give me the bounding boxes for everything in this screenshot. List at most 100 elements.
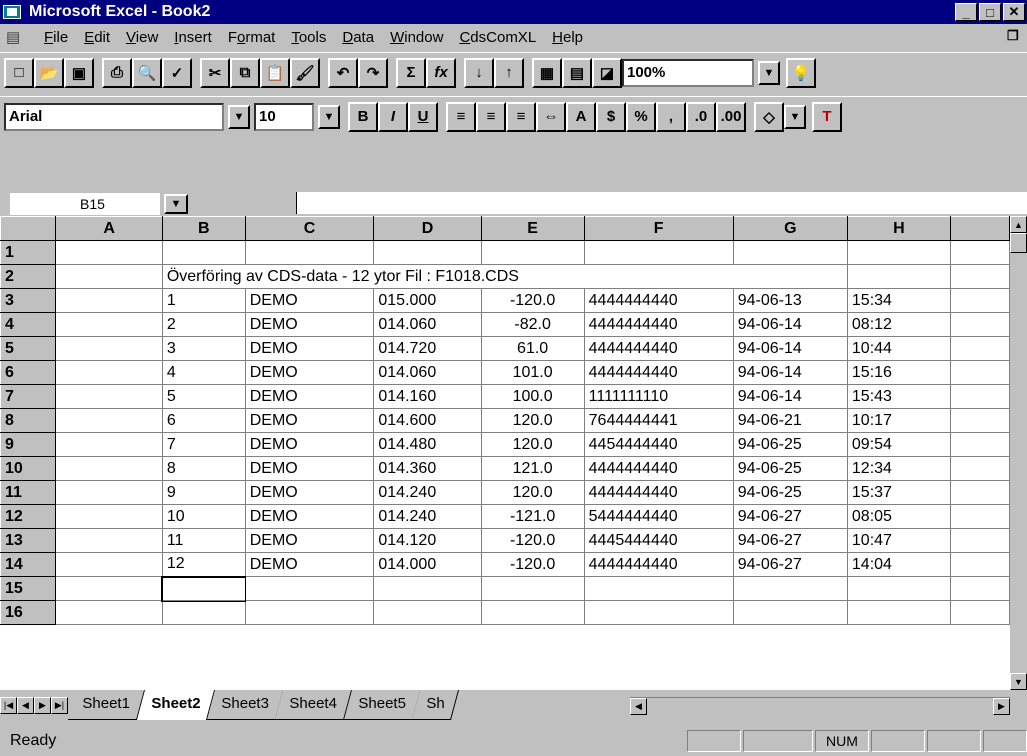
cell[interactable] (950, 576, 1010, 601)
cut-icon[interactable]: ✂ (200, 57, 230, 88)
percent-button[interactable]: % (626, 101, 656, 132)
cell[interactable] (733, 576, 848, 601)
prev-sheet-icon[interactable]: ◀ (17, 697, 34, 714)
cell[interactable]: 10:17 (847, 408, 951, 433)
cell[interactable] (55, 576, 163, 601)
cell[interactable] (373, 600, 482, 625)
italic-button[interactable]: I (378, 101, 408, 132)
borders-icon[interactable]: ◇ (754, 101, 784, 132)
bold-button[interactable]: B (348, 101, 378, 132)
cell[interactable]: 7644444441 (584, 408, 734, 433)
cell[interactable]: 94-06-14 (733, 336, 848, 361)
column-header-f[interactable]: F (583, 216, 734, 241)
cell[interactable] (55, 360, 163, 385)
align-center-icon[interactable]: ≡ (476, 101, 506, 132)
cell[interactable]: 15:16 (847, 360, 951, 385)
cell[interactable] (950, 288, 1010, 313)
cell[interactable] (584, 240, 734, 265)
row-header[interactable]: 10 (0, 456, 57, 481)
cell[interactable] (847, 576, 951, 601)
cell[interactable]: 94-06-14 (733, 384, 848, 409)
scroll-down-icon[interactable]: ▼ (1010, 673, 1027, 690)
cell[interactable]: 08:05 (847, 504, 951, 529)
row-header[interactable]: 4 (0, 312, 57, 337)
column-header-c[interactable]: C (244, 216, 375, 241)
cell[interactable] (733, 240, 848, 265)
cell[interactable] (55, 336, 163, 361)
cell[interactable] (733, 600, 848, 625)
workbook-menu-icon[interactable]: ▤ (6, 28, 30, 46)
cell[interactable]: DEMO (245, 456, 375, 481)
cell[interactable] (950, 456, 1010, 481)
font-size-combo[interactable]: 10 (254, 102, 314, 131)
row-header[interactable]: 8 (0, 408, 57, 433)
menu-insert[interactable]: Insert (166, 29, 220, 46)
sort-descending-icon[interactable]: ↑ (494, 57, 524, 88)
cell[interactable] (950, 384, 1010, 409)
cell[interactable]: 4444444440 (584, 360, 734, 385)
cell[interactable]: 014.160 (373, 384, 482, 409)
cell[interactable]: 100.0 (481, 384, 585, 409)
zoom-dropdown-icon[interactable]: ▼ (758, 60, 780, 85)
print-icon[interactable]: ⎙ (102, 57, 132, 88)
cell[interactable] (950, 408, 1010, 433)
spelling-icon[interactable]: ✓ (162, 57, 192, 88)
cell[interactable]: 12 (162, 552, 246, 577)
cell[interactable]: DEMO (245, 432, 375, 457)
cell[interactable]: 014.120 (373, 528, 482, 553)
cell[interactable] (55, 240, 163, 265)
cell[interactable] (481, 600, 585, 625)
paste-icon[interactable]: 📋 (260, 57, 290, 88)
column-header-d[interactable]: D (373, 216, 482, 241)
row-header[interactable]: 5 (0, 336, 57, 361)
excel-app-icon[interactable] (3, 3, 23, 21)
sort-ascending-icon[interactable]: ↓ (464, 57, 494, 88)
cell[interactable]: 120.0 (481, 480, 585, 505)
sheet-header-cell[interactable]: Överföring av CDS-data - 12 ytor Fil : F… (162, 264, 848, 289)
cell[interactable]: 4444444440 (584, 336, 734, 361)
cell[interactable] (55, 312, 163, 337)
cell[interactable]: -82.0 (481, 312, 585, 337)
select-all-corner[interactable] (0, 216, 57, 241)
cell[interactable]: 10:47 (847, 528, 951, 553)
cell[interactable] (55, 528, 163, 553)
cell[interactable]: 15:37 (847, 480, 951, 505)
font-color-icon[interactable]: T (812, 101, 842, 132)
cell[interactable] (162, 240, 246, 265)
menu-data[interactable]: Data (334, 29, 382, 46)
minimize-button[interactable]: _ (955, 3, 977, 21)
cell[interactable]: 08:12 (847, 312, 951, 337)
cell[interactable] (584, 600, 734, 625)
cell[interactable]: 014.600 (373, 408, 482, 433)
cell[interactable]: 4444444440 (584, 456, 734, 481)
cell[interactable]: 11 (162, 528, 246, 553)
cell[interactable]: 94-06-14 (733, 312, 848, 337)
next-sheet-icon[interactable]: ▶ (34, 697, 51, 714)
tab-sheet1[interactable]: Sheet1 (67, 690, 145, 720)
cell[interactable] (373, 576, 482, 601)
row-header[interactable]: 9 (0, 432, 57, 457)
chart-wizard-icon[interactable]: ▦ (532, 57, 562, 88)
menu-help[interactable]: Help (544, 29, 591, 46)
cell[interactable] (950, 240, 1010, 265)
cell[interactable]: 4445444440 (584, 528, 734, 553)
cell[interactable] (950, 432, 1010, 457)
cell[interactable]: 6 (162, 408, 246, 433)
restore-icon[interactable]: ❐ (1007, 28, 1023, 44)
drawing-icon[interactable]: ◪ (592, 57, 622, 88)
cell[interactable]: 10:44 (847, 336, 951, 361)
cell[interactable] (245, 600, 375, 625)
cell[interactable]: 5444444440 (584, 504, 734, 529)
menu-edit[interactable]: Edit (76, 29, 118, 46)
cell[interactable]: 10 (162, 504, 246, 529)
cell[interactable]: 09:54 (847, 432, 951, 457)
name-box-dropdown-icon[interactable]: ▼ (164, 194, 188, 214)
cell[interactable]: DEMO (245, 360, 375, 385)
cell[interactable]: 4444444440 (584, 480, 734, 505)
menu-view[interactable]: View (118, 29, 166, 46)
cell[interactable]: 94-06-13 (733, 288, 848, 313)
tab-sheet4[interactable]: Sheet4 (275, 690, 352, 720)
cell[interactable] (55, 552, 163, 577)
cell[interactable] (55, 504, 163, 529)
vertical-scroll-thumb[interactable] (1010, 233, 1027, 253)
